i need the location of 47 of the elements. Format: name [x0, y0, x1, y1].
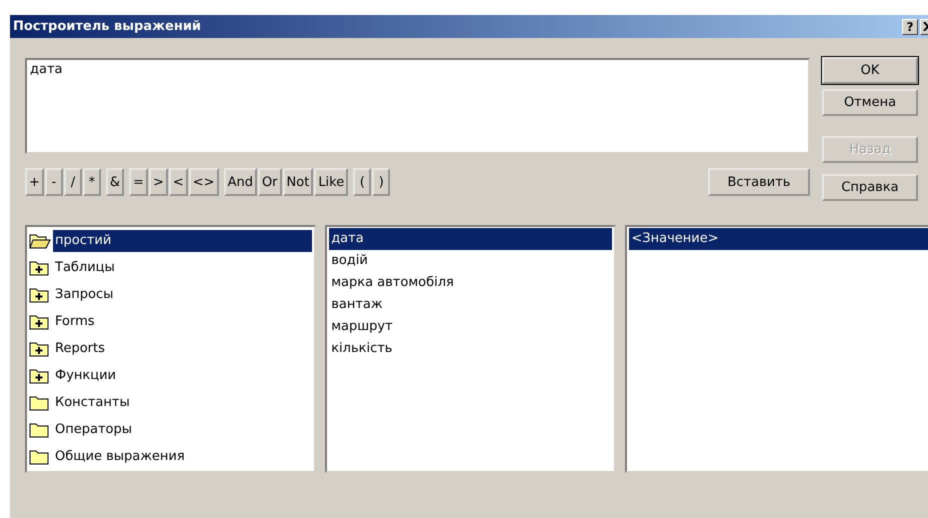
folder-plus-icon [29, 314, 51, 330]
operator-button[interactable]: ( [353, 168, 372, 196]
folder-icon [29, 394, 51, 411]
folder-plus-icon [29, 368, 51, 384]
folder-plus-icon [29, 260, 51, 276]
tree-item[interactable]: Forms [53, 311, 312, 334]
operator-button[interactable]: & [106, 168, 124, 196]
help-button[interactable]: ? [902, 18, 918, 34]
tree-item[interactable]: Общие выражения [53, 446, 312, 468]
tree-item[interactable]: Reports [53, 338, 312, 360]
operator-button[interactable]: = [129, 168, 148, 196]
tree-item[interactable]: Функции [53, 364, 312, 387]
operator-button[interactable]: * [82, 168, 101, 196]
operator-button[interactable]: Or [258, 168, 282, 196]
operator-button[interactable]: ) [372, 168, 390, 196]
folder-plus-icon [29, 341, 51, 357]
tree-item[interactable]: простий [53, 230, 312, 252]
operator-button[interactable]: <> [188, 168, 219, 196]
window-title: Построитель выражений [13, 19, 202, 34]
tree-item[interactable]: Операторы [53, 418, 312, 441]
list-item[interactable]: <Значение> [629, 228, 928, 250]
operator-button[interactable]: And [224, 168, 257, 196]
operator-button[interactable]: < [168, 168, 188, 196]
operator-button[interactable]: + [25, 168, 44, 196]
dialog-button[interactable]: Отмена [822, 89, 918, 116]
folder-plus-icon [29, 287, 51, 304]
list-item[interactable]: марка автомобіля [329, 272, 612, 294]
tree-item[interactable]: Константы [53, 392, 312, 414]
expression-field[interactable]: дата [25, 58, 810, 154]
operator-button[interactable]: - [44, 168, 63, 196]
open-folder-icon [29, 233, 51, 250]
insert-button[interactable]: Вставить [708, 168, 810, 196]
tree-item[interactable]: Запросы [53, 284, 312, 306]
operator-button[interactable]: Not [282, 168, 314, 196]
dialog-button[interactable]: Справка [822, 174, 918, 201]
operator-button[interactable]: / [64, 168, 82, 196]
operator-button[interactable]: > [148, 168, 168, 196]
list-item[interactable]: водій [329, 250, 612, 272]
list-item[interactable]: дата [329, 228, 612, 250]
list-item[interactable]: кількість [329, 338, 612, 360]
tree-item[interactable]: Таблицы [53, 257, 312, 280]
operator-button[interactable]: Like [314, 168, 348, 196]
list-item[interactable]: вантаж [329, 294, 612, 316]
folder-icon [29, 422, 51, 438]
dialog-button[interactable]: OK [822, 57, 918, 84]
folder-icon [29, 448, 51, 465]
list-item[interactable]: маршрут [329, 316, 612, 338]
